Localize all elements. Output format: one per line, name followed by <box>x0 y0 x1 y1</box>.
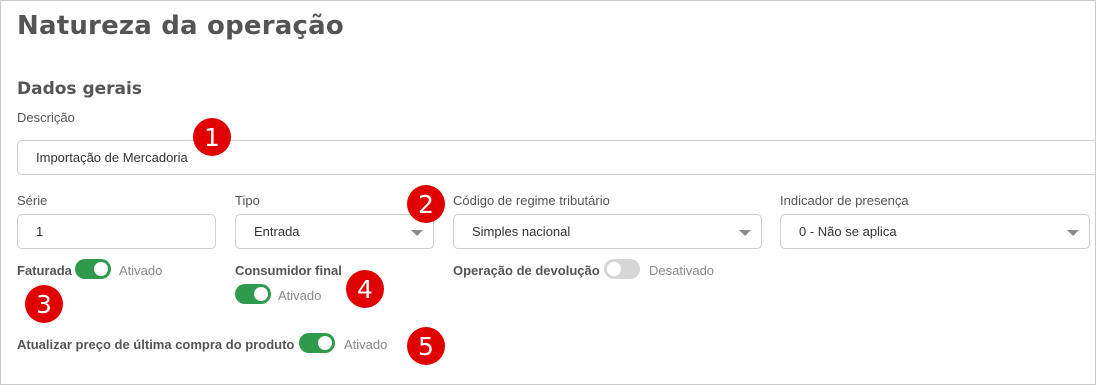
presenca-label: Indicador de presença <box>780 193 909 208</box>
toggle-knob <box>607 262 621 276</box>
consumidor-state: Ativado <box>278 288 322 303</box>
natureza-operacao-form: Natureza da operação Dados gerais Descri… <box>0 0 1096 385</box>
faturada-state: Ativado <box>119 263 163 278</box>
presenca-value: 0 - Não se aplica <box>799 224 897 239</box>
regime-label: Código de regime tributário <box>453 193 610 208</box>
chevron-down-icon <box>411 230 423 236</box>
consumidor-toggle[interactable] <box>235 284 271 304</box>
atualizar-toggle[interactable] <box>299 333 335 353</box>
page-title: Natureza da operação <box>17 11 344 41</box>
faturada-toggle[interactable] <box>75 259 111 279</box>
section-title: Dados gerais <box>17 79 142 99</box>
devolucao-state: Desativado <box>649 263 715 278</box>
atualizar-state: Ativado <box>344 337 388 352</box>
toggle-knob <box>94 262 108 276</box>
toggle-knob <box>254 287 268 301</box>
devolucao-toggle[interactable] <box>604 259 640 279</box>
chevron-down-icon <box>1067 230 1079 236</box>
descricao-input[interactable]: Importação de Mercadoria <box>17 140 1095 175</box>
regime-value: Simples nacional <box>472 224 571 239</box>
regime-select[interactable]: Simples nacional <box>453 214 762 249</box>
faturada-label: Faturada <box>17 263 72 278</box>
consumidor-label: Consumidor final <box>235 263 342 278</box>
serie-label: Série <box>17 193 48 208</box>
annotation-badge-5: 5 <box>407 327 445 365</box>
atualizar-label: Atualizar preço de última compra do prod… <box>17 337 295 352</box>
tipo-value: Entrada <box>254 224 300 239</box>
descricao-label: Descrição <box>17 110 75 125</box>
toggle-knob <box>318 336 332 350</box>
devolucao-label: Operação de devolução <box>453 263 600 278</box>
annotation-badge-2: 2 <box>407 185 445 223</box>
chevron-down-icon <box>739 230 751 236</box>
annotation-badge-3: 3 <box>25 285 63 323</box>
presenca-select[interactable]: 0 - Não se aplica <box>780 214 1090 249</box>
serie-value: 1 <box>36 224 44 239</box>
descricao-value: Importação de Mercadoria <box>36 150 188 165</box>
tipo-label: Tipo <box>235 193 260 208</box>
annotation-badge-4: 4 <box>346 270 384 308</box>
tipo-select[interactable]: Entrada <box>235 214 434 249</box>
annotation-badge-1: 1 <box>193 118 231 156</box>
serie-input[interactable]: 1 <box>17 214 216 249</box>
